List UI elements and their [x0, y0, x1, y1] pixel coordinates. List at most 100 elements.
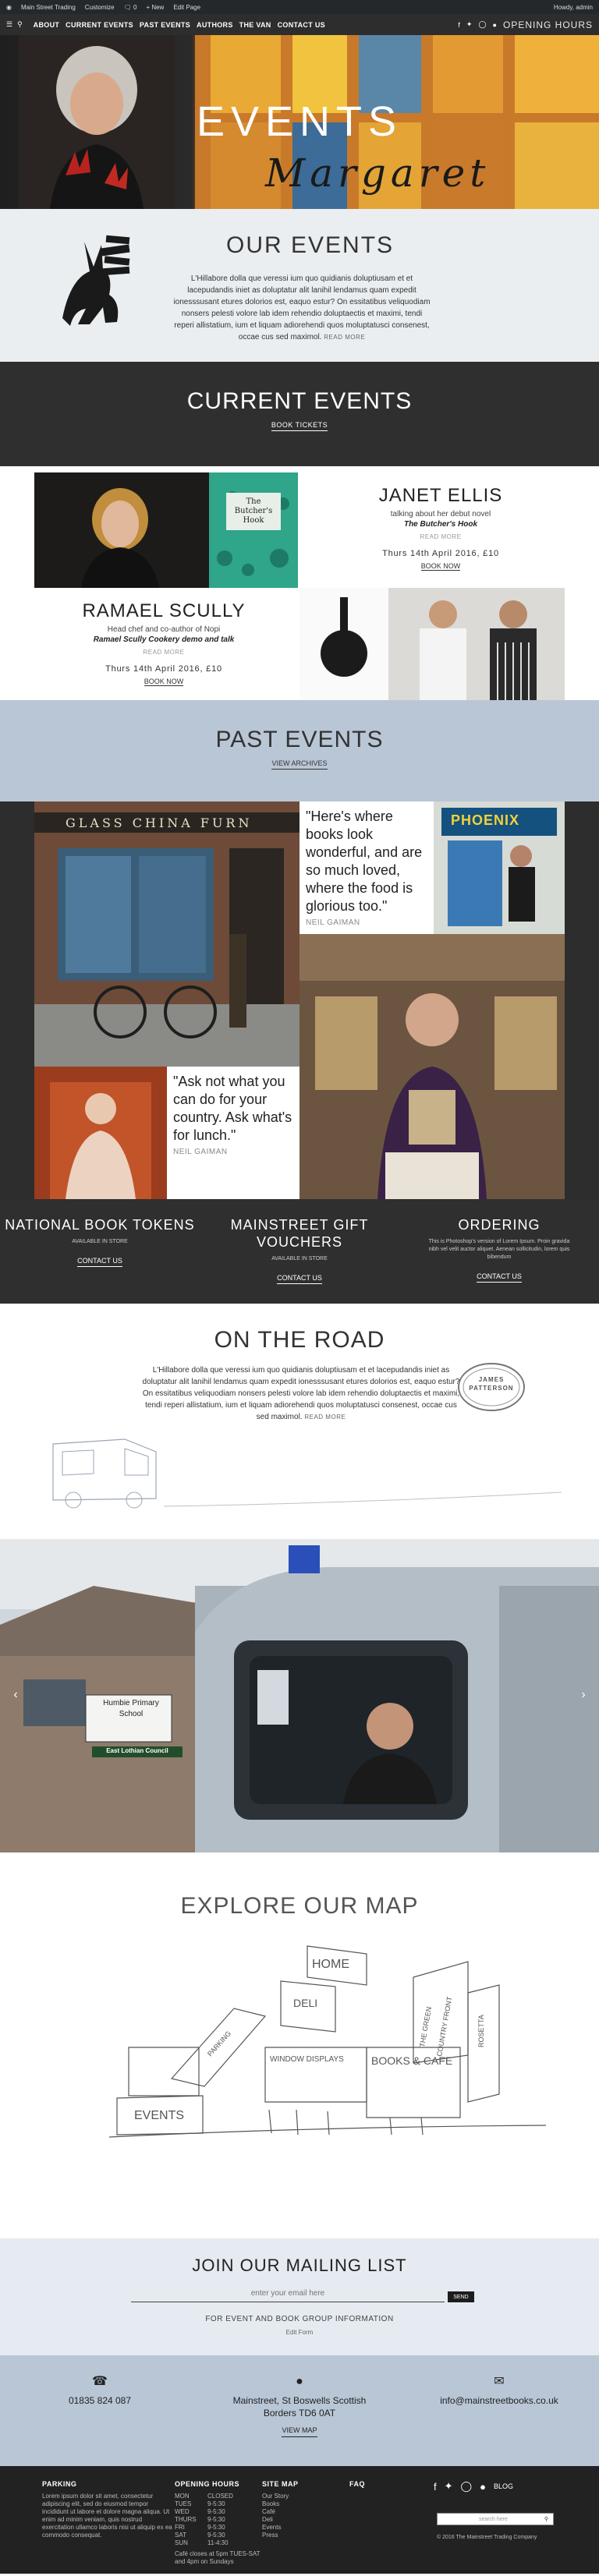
- hours-time: CLOSED: [207, 2493, 233, 2500]
- map-pin-icon: ●: [296, 2375, 303, 2388]
- nav-item-current-events[interactable]: CURRENT EVENTS: [66, 21, 133, 29]
- hours-time: 9-5:30: [207, 2516, 225, 2523]
- contact-us-link[interactable]: CONTACT US: [77, 1257, 122, 1267]
- chat-icon[interactable]: ●: [493, 21, 497, 29]
- van-carousel[interactable]: Humbie Primary School East Lothian Counc…: [0, 1539, 599, 1852]
- map-label-window: WINDOW DISPLAYS: [270, 2055, 344, 2064]
- email-input[interactable]: [131, 2285, 445, 2302]
- contact-us-link[interactable]: CONTACT US: [477, 1272, 522, 1283]
- address-line-1: Mainstreet, St Boswells Scottish: [232, 2395, 367, 2406]
- contact-strip: ☎ 01835 824 087 ● Mainstreet, St Boswell…: [0, 2355, 599, 2466]
- on-the-road-read-more[interactable]: READ MORE: [304, 1414, 346, 1421]
- our-events-read-more[interactable]: READ MORE: [324, 334, 365, 341]
- nav-item-the-van[interactable]: THE VAN: [239, 21, 271, 29]
- opening-hours-link[interactable]: OPENING HOURS: [503, 19, 593, 30]
- panel-title: ORDERING: [458, 1217, 541, 1233]
- event-name: RAMAEL SCULLY: [82, 600, 246, 621]
- twitter-icon[interactable]: ✦: [445, 2480, 453, 2493]
- nav-item-contact-us[interactable]: CONTACT US: [278, 21, 325, 29]
- footer-search[interactable]: search here ⚲: [437, 2513, 554, 2525]
- phoenix-photo[interactable]: PHOENIX: [434, 801, 565, 934]
- email-block: ✉ info@mainstreetbooks.co.uk: [399, 2355, 599, 2466]
- email-address[interactable]: info@mainstreetbooks.co.uk: [399, 2394, 599, 2407]
- hours-day: SUN: [175, 2539, 188, 2546]
- facebook-icon[interactable]: f: [458, 21, 460, 29]
- on-the-road-title: ON THE ROAD: [214, 1327, 385, 1353]
- current-events-grid: The Butcher's Hook JANET ELLIS talking a…: [0, 466, 599, 700]
- current-events-title: CURRENT EVENTS: [186, 388, 413, 414]
- admin-comments-link[interactable]: 🗨 0: [124, 4, 137, 11]
- view-map-link[interactable]: VIEW MAP: [282, 2424, 317, 2437]
- map-label-deli: DELI: [293, 1997, 317, 2009]
- sitemap-link[interactable]: Café: [262, 2508, 332, 2516]
- address-block: ● Mainstreet, St Boswells Scottish Borde…: [200, 2355, 399, 2466]
- event-sub: talking about her debut novel: [390, 510, 491, 518]
- event-read-more[interactable]: READ MORE: [420, 533, 462, 540]
- facebook-icon[interactable]: f: [434, 2481, 437, 2493]
- explore-map-section: EXPLORE OUR MAP HOME DELI WINDOW DISPLAY…: [0, 1852, 599, 2238]
- janet-ellis-photo[interactable]: [34, 472, 209, 588]
- map-label-green: THE GREEN: [418, 2006, 433, 2047]
- hours-time: 9-5:30: [207, 2500, 225, 2507]
- footer-sitemap: SITE MAP Our Story Books Café Deli Events Pre…: [262, 2480, 332, 2539]
- quote-text: "Here's where books look wonderful, and …: [306, 809, 423, 914]
- sitemap-link[interactable]: Events: [262, 2524, 332, 2532]
- hours-row: FRI 9-5:30: [175, 2524, 261, 2532]
- footer-social: f ✦ ◯ ● BLOG: [434, 2480, 513, 2493]
- edit-form-link[interactable]: Edit Form: [0, 2329, 599, 2336]
- hours-time: 11-4:30: [207, 2539, 229, 2546]
- mailing-list-section: JOIN OUR MAILING LIST SEND FOR EVENT AND…: [0, 2238, 599, 2355]
- book-now-button[interactable]: BOOK NOW: [420, 562, 461, 571]
- twitter-icon[interactable]: ✦: [466, 20, 473, 29]
- hours-day: SAT: [175, 2532, 186, 2539]
- admin-edit-link[interactable]: Edit Page: [173, 4, 200, 11]
- chat-icon[interactable]: ●: [480, 2481, 486, 2493]
- butchers-hook-cover[interactable]: The Butcher's Hook: [209, 472, 298, 588]
- chefs-photo[interactable]: [388, 588, 565, 700]
- sitemap-link[interactable]: Books: [262, 2500, 332, 2508]
- instagram-icon[interactable]: ◯: [461, 2480, 473, 2493]
- event-read-more[interactable]: READ MORE: [144, 649, 185, 656]
- search-icon[interactable]: ⚲: [544, 2516, 548, 2522]
- sitemap-link[interactable]: Deli: [262, 2516, 332, 2524]
- reading-lady-photo[interactable]: [34, 1067, 167, 1199]
- stamp-text: JAMES PATTERSON: [469, 1376, 514, 1392]
- book-now-button[interactable]: BOOK NOW: [144, 678, 184, 686]
- sitemap-link[interactable]: Our Story: [262, 2493, 332, 2500]
- nav-item-authors[interactable]: AUTHORS: [197, 21, 233, 29]
- send-button[interactable]: SEND: [448, 2291, 474, 2302]
- author-with-book-photo[interactable]: [300, 934, 565, 1199]
- book-tickets-link[interactable]: BOOK TICKETS: [271, 421, 328, 431]
- panel-text: AVAILABLE IN STORE: [271, 1256, 328, 1261]
- admin-customize-link[interactable]: Customize: [85, 4, 115, 11]
- frying-pan-photo[interactable]: [300, 588, 388, 700]
- phone-number[interactable]: 01835 824 087: [0, 2394, 200, 2407]
- hero-banner: EVENTS Margaret: [0, 35, 599, 209]
- footer-parking: PARKING Lorem ipsum dolor sit amet, cons…: [42, 2480, 175, 2539]
- menu-icon[interactable]: ☰: [6, 20, 12, 29]
- sitemap-link[interactable]: Press: [262, 2532, 332, 2539]
- carousel-prev-icon[interactable]: ‹: [9, 1687, 22, 1703]
- nav-item-about[interactable]: ABOUT: [34, 21, 60, 29]
- admin-site-link[interactable]: Main Street Trading: [21, 4, 76, 11]
- our-events-title: OUR EVENTS: [226, 232, 395, 258]
- current-events-header: CURRENT EVENTS BOOK TICKETS: [0, 362, 599, 466]
- wordpress-icon[interactable]: ◉: [6, 4, 12, 11]
- contact-us-link[interactable]: CONTACT US: [277, 1274, 322, 1284]
- nav-item-past-events[interactable]: PAST EVENTS: [140, 21, 190, 29]
- our-events-body: L'Hillabore dolla que veressi ium quo qu…: [173, 274, 431, 341]
- shop-map-illustration[interactable]: HOME DELI WINDOW DISPLAYS BOOKS & CAFE E…: [0, 1852, 599, 2238]
- blog-link[interactable]: BLOG: [494, 2482, 513, 2490]
- carousel-next-icon[interactable]: ›: [577, 1687, 590, 1703]
- instagram-icon[interactable]: ◯: [478, 20, 486, 29]
- search-icon[interactable]: ⚲: [17, 20, 23, 29]
- view-archives-link[interactable]: VIEW ARCHIVES: [271, 759, 328, 770]
- hours-day: THURS: [175, 2516, 197, 2523]
- address-line-2: Borders TD6 0AT: [263, 2408, 336, 2419]
- panel-text: AVAILABLE IN STORE: [72, 1239, 128, 1244]
- shop-front-photo[interactable]: GLASS CHINA FURN: [34, 801, 300, 1067]
- admin-howdy[interactable]: Howdy, admin: [554, 4, 593, 11]
- admin-new-link[interactable]: + New: [146, 4, 164, 11]
- faq-link[interactable]: FAQ: [349, 2480, 396, 2488]
- hours-day: WED: [175, 2508, 190, 2515]
